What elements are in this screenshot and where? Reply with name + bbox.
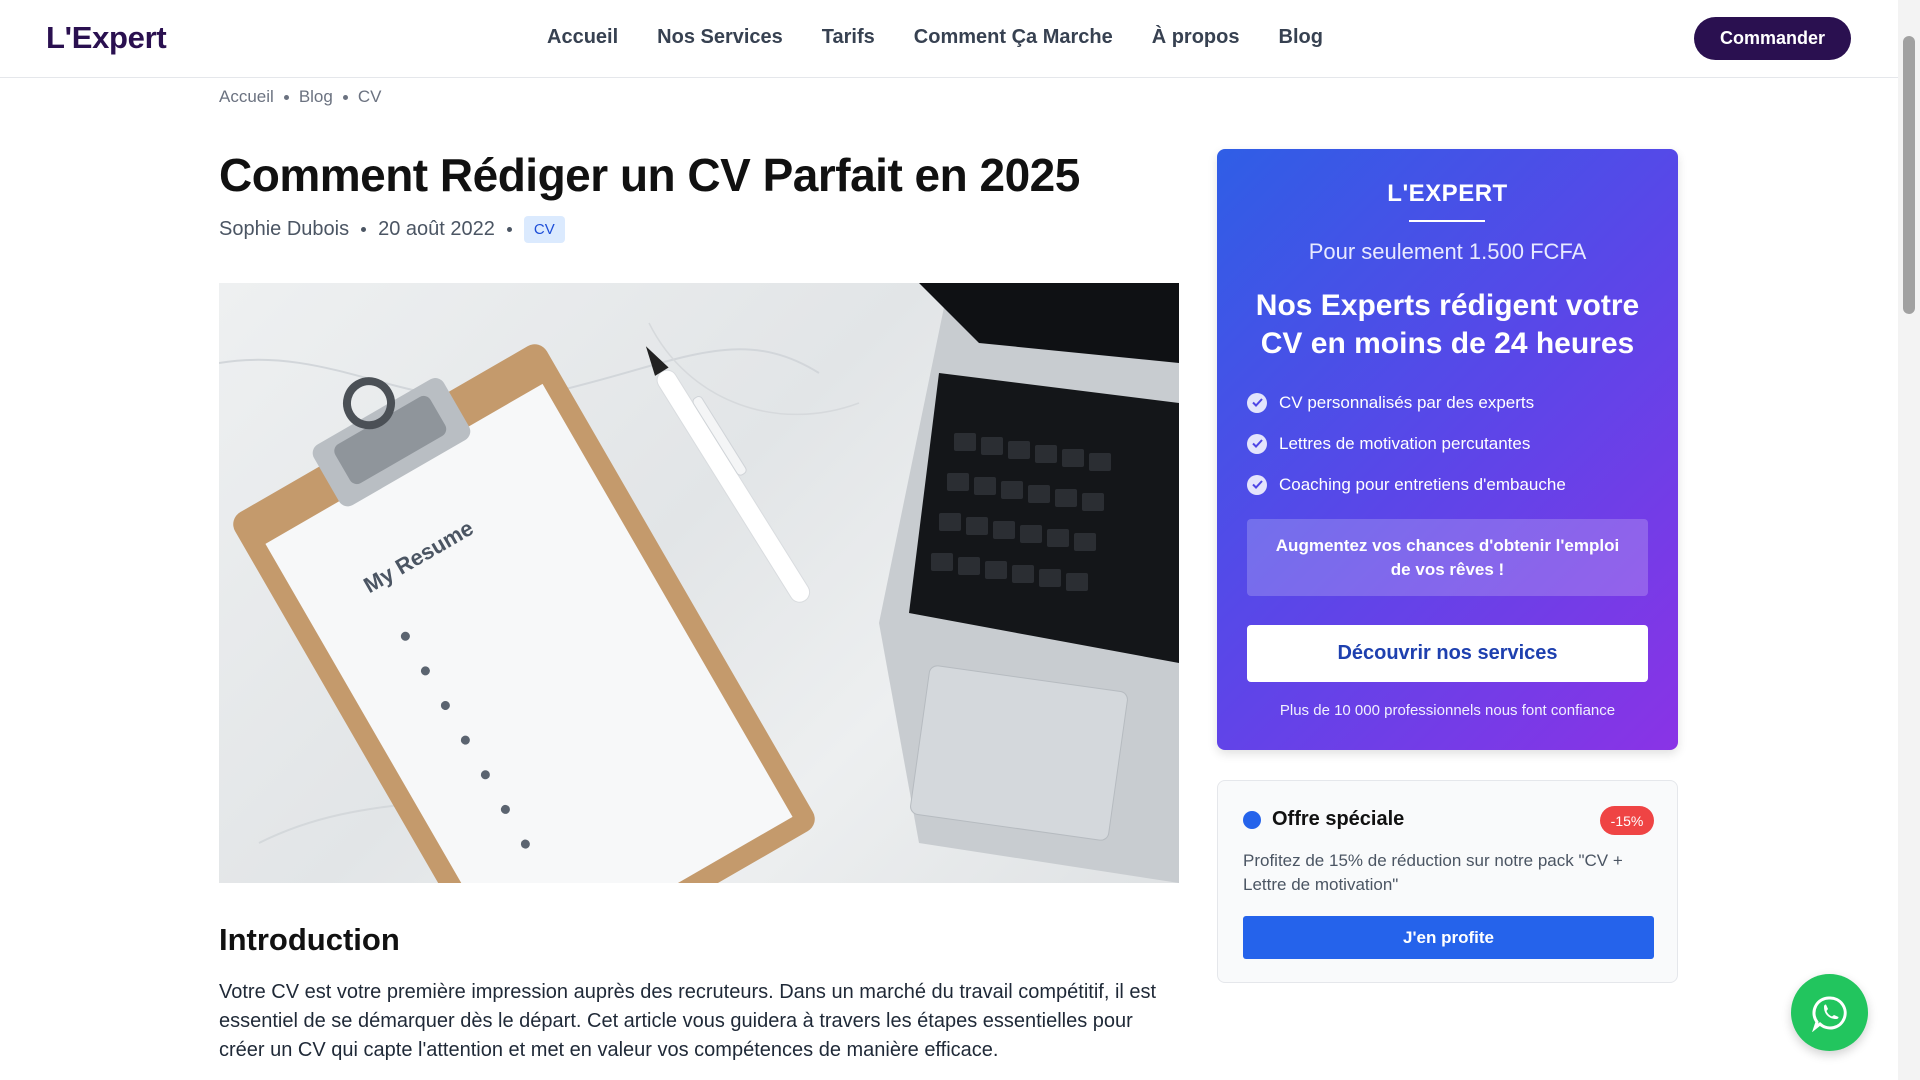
nav-link-blog[interactable]: Blog	[1279, 26, 1323, 49]
breadcrumb-home[interactable]: Accueil	[219, 87, 274, 107]
nav-link-accueil[interactable]: Accueil	[547, 26, 618, 49]
order-button[interactable]: Commander	[1694, 17, 1851, 60]
promo-divider	[1409, 220, 1485, 222]
offer-title: Offre spéciale	[1272, 808, 1405, 830]
claim-offer-button[interactable]: J'en profite	[1243, 916, 1654, 959]
promo-callout: Augmentez vos chances d'obtenir l'emploi…	[1247, 519, 1648, 596]
article-title: Comment Rédiger un CV Parfait en 2025	[219, 149, 1080, 201]
breadcrumb-separator	[283, 94, 289, 100]
check-circle-icon	[1247, 392, 1267, 413]
feature-item: CV personnalisés par des experts	[1247, 382, 1566, 423]
breadcrumb-current: CV	[357, 87, 382, 106]
feature-item: Lettres de motivation percutantes	[1247, 423, 1566, 464]
promo-price: Pour seulement 1.500 FCFA	[1308, 239, 1587, 264]
nav-link-a-propos[interactable]: À propos	[1152, 26, 1240, 49]
meta-separator	[361, 227, 367, 232]
discover-services-button[interactable]: Découvrir nos services	[1247, 625, 1648, 682]
breadcrumb-separator	[342, 94, 348, 100]
main-nav: Accueil Nos Services Tarifs Comment Ça M…	[547, 26, 1323, 49]
page-scrollbar[interactable]	[1898, 0, 1920, 1080]
scrollbar-thumb[interactable]	[1903, 36, 1915, 314]
check-circle-icon	[1247, 474, 1267, 495]
feature-item: Coaching pour entretiens d'embauche	[1247, 464, 1566, 505]
special-offer-card: Offre spéciale -15% Profitez de 15% de r…	[1217, 780, 1678, 983]
site-header: L'Expert Accueil Nos Services Tarifs Com…	[0, 0, 1898, 78]
article-date: 20 août 2022	[378, 218, 495, 240]
feature-label: Lettres de motivation percutantes	[1279, 433, 1531, 453]
article-hero-image: My Resume	[219, 283, 1179, 883]
offer-dot-icon	[1243, 811, 1261, 829]
promo-headline: Nos Experts rédigent votre CV en moins d…	[1255, 289, 1640, 360]
whatsapp-button[interactable]	[1791, 974, 1868, 1051]
check-circle-icon	[1247, 433, 1267, 454]
site-logo[interactable]: L'Expert	[46, 20, 167, 56]
article-tag[interactable]: CV	[523, 216, 565, 243]
article-meta: Sophie Dubois 20 août 2022 CV	[219, 216, 565, 243]
nav-link-services[interactable]: Nos Services	[657, 26, 783, 49]
feature-label: Coaching pour entretiens d'embauche	[1279, 474, 1566, 494]
promo-card: L'EXPERT Pour seulement 1.500 FCFA Nos E…	[1217, 149, 1678, 750]
meta-separator	[506, 227, 512, 232]
whatsapp-icon	[1811, 995, 1847, 1032]
intro-paragraph: Votre CV est votre première impression a…	[219, 981, 1157, 1061]
article-author: Sophie Dubois	[219, 218, 350, 240]
promo-features: CV personnalisés par des experts Lettres…	[1247, 382, 1566, 505]
offer-description: Profitez de 15% de réduction sur notre p…	[1243, 851, 1623, 894]
breadcrumb: Accueil Blog CV	[219, 87, 381, 107]
feature-label: CV personnalisés par des experts	[1279, 392, 1535, 412]
promo-trust-text: Plus de 10 000 professionnels nous font …	[1279, 702, 1616, 719]
promo-brand: L'EXPERT	[1387, 180, 1508, 207]
nav-link-comment-ca-marche[interactable]: Comment Ça Marche	[914, 26, 1113, 49]
hero-illustration: My Resume	[219, 283, 1179, 883]
nav-link-tarifs[interactable]: Tarifs	[822, 26, 875, 49]
section-heading-introduction: Introduction	[219, 922, 400, 957]
discount-badge: -15%	[1600, 806, 1654, 835]
breadcrumb-blog[interactable]: Blog	[299, 87, 333, 107]
